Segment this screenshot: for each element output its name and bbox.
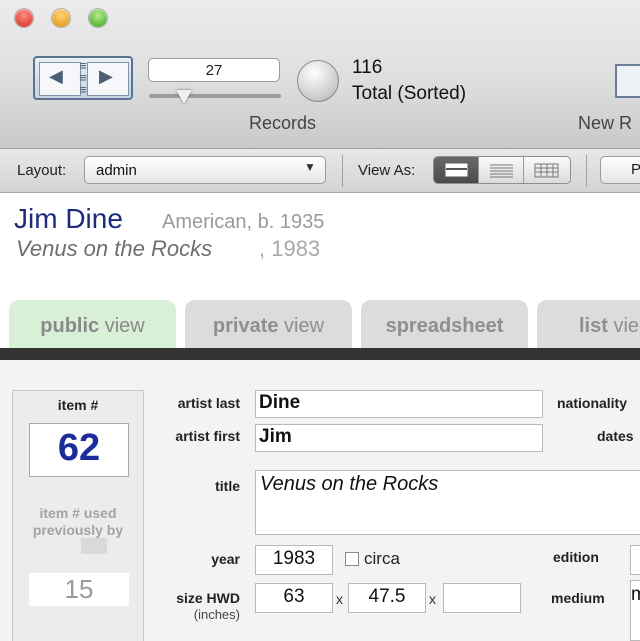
width-value[interactable]: 47.5 xyxy=(348,586,426,608)
redacted-name-block xyxy=(81,538,107,554)
item-number-label: item # xyxy=(57,397,99,413)
layout-label: Layout: xyxy=(17,162,67,179)
artist-nationality-birth: American, b. 1935 xyxy=(162,211,325,233)
book-spine-icon: ≡ ≡ ≡ xyxy=(79,58,87,97)
artwork-year-heading: , 1983 xyxy=(259,236,321,261)
artist-first-value[interactable]: Jim xyxy=(259,426,292,448)
new-record-button[interactable]: New R xyxy=(578,113,632,134)
year-value[interactable]: 1983 xyxy=(255,548,333,570)
title-value[interactable]: Venus on the Rocks xyxy=(260,473,438,496)
record-slider-thumb[interactable] xyxy=(176,90,192,104)
depth-field[interactable] xyxy=(443,583,521,613)
next-record-icon[interactable]: ▶ xyxy=(99,64,113,88)
tab-label-bold: list xyxy=(579,315,608,337)
view-as-label: View As: xyxy=(358,162,416,179)
previous-record-icon[interactable]: ◀ xyxy=(49,64,63,88)
new-record-icon[interactable] xyxy=(615,64,640,98)
tab-label-bold: private xyxy=(212,315,279,337)
medium-label: medium xyxy=(551,590,605,606)
height-value[interactable]: 63 xyxy=(255,586,333,608)
records-label: Records xyxy=(249,113,317,133)
minimize-window-button[interactable] xyxy=(52,9,70,27)
tab-label-bold: spreadsheet xyxy=(385,315,504,337)
form-view-icon xyxy=(445,163,468,177)
toolbar-divider xyxy=(342,155,343,187)
view-as-table-button[interactable] xyxy=(524,157,569,183)
edition-field[interactable] xyxy=(630,545,640,575)
year-label: year xyxy=(211,551,240,567)
artist-last-label: artist last xyxy=(177,395,240,411)
previous-item-value[interactable]: 15 xyxy=(29,573,129,605)
list-view-icon xyxy=(490,164,513,178)
found-set-pie-icon[interactable] xyxy=(297,60,339,102)
artist-first-field[interactable] xyxy=(255,424,543,452)
table-view-icon xyxy=(534,163,559,178)
artist-last-value[interactable]: Dine xyxy=(259,392,300,414)
preview-button[interactable]: P xyxy=(600,156,640,184)
edition-label: edition xyxy=(553,549,599,565)
total-sorted-label: Total (Sorted) xyxy=(352,83,467,104)
view-as-segmented-control xyxy=(433,156,571,184)
tab-list-view[interactable]: list vie xyxy=(537,300,640,348)
toolbar-divider xyxy=(586,155,587,187)
dimension-separator: x xyxy=(429,591,436,607)
dimension-separator: x xyxy=(336,591,343,607)
artwork-title-heading: Venus on the Rocks xyxy=(16,236,213,261)
chevron-down-icon[interactable]: ▼ xyxy=(304,160,316,174)
medium-value[interactable]: m xyxy=(631,584,640,606)
size-units-label: (inches) xyxy=(193,607,240,622)
tab-public-view[interactable]: public view xyxy=(9,300,176,348)
view-as-list-button[interactable] xyxy=(479,157,524,183)
artist-name-heading: Jim Dine xyxy=(14,203,123,234)
zoom-window-button[interactable] xyxy=(89,9,107,27)
title-label: title xyxy=(215,478,240,494)
tab-label-light: view xyxy=(99,315,145,337)
tab-underline-bar xyxy=(0,348,640,360)
record-slider-track[interactable] xyxy=(149,94,281,98)
layout-select-value[interactable]: admin xyxy=(96,162,137,179)
tab-label-light: view xyxy=(278,315,325,337)
artist-first-label: artist first xyxy=(175,428,240,444)
circa-checkbox[interactable] xyxy=(345,552,359,566)
record-navigator-book-icon[interactable]: ◀ ▶ ≡ ≡ ≡ xyxy=(33,56,133,100)
nationality-label: nationality xyxy=(557,395,628,411)
size-hwd-label: size HWD xyxy=(176,590,240,606)
close-window-button[interactable] xyxy=(15,9,33,27)
item-number-value[interactable]: 62 xyxy=(29,424,129,472)
view-as-form-button[interactable] xyxy=(434,157,479,183)
circa-label: circa xyxy=(364,549,400,568)
dates-label: dates xyxy=(597,428,634,444)
total-record-count: 116 xyxy=(352,57,383,78)
tab-spreadsheet[interactable]: spreadsheet xyxy=(361,300,528,348)
current-record-input[interactable]: 27 xyxy=(148,58,280,82)
tab-label-light: vie xyxy=(607,315,640,337)
tab-label-bold: public xyxy=(40,315,100,337)
previous-item-label: item # used previously by xyxy=(32,505,124,538)
tab-private-view[interactable]: private view xyxy=(185,300,352,348)
